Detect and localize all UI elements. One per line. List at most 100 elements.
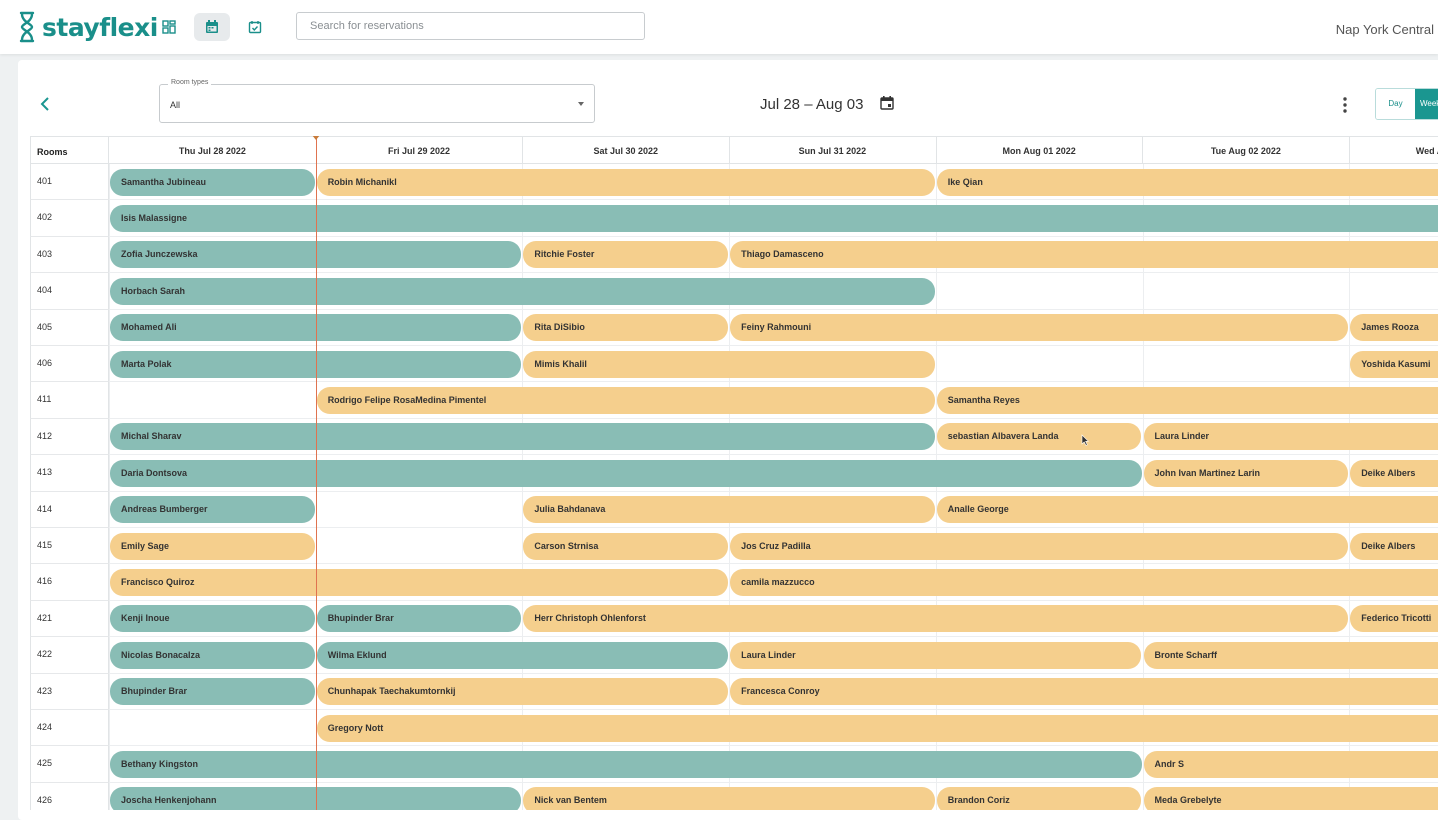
property-name[interactable]: Nap York Central (1336, 22, 1434, 37)
reservation-bar[interactable]: Laura Linder (730, 642, 1141, 669)
reservation-bar[interactable]: Bethany Kingston (110, 751, 1142, 778)
column-divider (729, 164, 730, 810)
reservation-bar[interactable]: Yoshida Kasumi (1350, 351, 1438, 378)
row-divider (109, 309, 1438, 310)
reservation-bar[interactable]: Rodrigo Felipe RosaMedina Pimentel (317, 387, 935, 414)
dashboard-nav-button[interactable] (151, 13, 187, 41)
caret-down-icon (578, 102, 584, 106)
reservation-bar[interactable]: Francesca Conroy (730, 678, 1438, 705)
room-label: 416 (30, 564, 109, 600)
reservation-bar[interactable]: Michal Sharav (110, 423, 935, 450)
date-range: Jul 28 – Aug 03 (760, 96, 863, 113)
reservation-bar[interactable]: Deike Albers (1350, 533, 1438, 560)
room-types-label: Room types (168, 79, 211, 86)
day-header: Wed Aug 03 2022 (1349, 136, 1438, 164)
day-header: Tue Aug 02 2022 (1143, 136, 1351, 164)
day-header: Sat Jul 30 2022 (522, 136, 730, 164)
search-input[interactable] (296, 12, 645, 40)
reservation-bar[interactable]: Gregory Nott (317, 715, 1438, 742)
reservation-bar[interactable]: Julia Bahdanava (523, 496, 934, 523)
row-divider (109, 418, 1438, 419)
row-divider (109, 673, 1438, 674)
reservation-bar[interactable]: Horbach Sarah (110, 278, 935, 305)
room-label: 422 (30, 637, 109, 673)
room-label: 425 (30, 746, 109, 782)
room-label: 401 (30, 164, 109, 200)
reservation-bar[interactable]: camila mazzucco (730, 569, 1438, 596)
row-divider (109, 600, 1438, 601)
row-divider (109, 527, 1438, 528)
day-header: Mon Aug 01 2022 (936, 136, 1144, 164)
calendar-icon (205, 20, 219, 34)
calendar-check-icon (248, 20, 262, 34)
more-vertical-icon[interactable] (1340, 96, 1350, 114)
reservation-bar[interactable]: Samantha Jubineau (110, 169, 315, 196)
room-types-select[interactable]: Room types All (159, 84, 595, 123)
row-divider (109, 381, 1438, 382)
row-divider (109, 745, 1438, 746)
reservation-bar[interactable]: John Ivan Martinez Larin (1144, 460, 1349, 487)
room-label: 423 (30, 674, 109, 710)
reservation-bar[interactable]: Carson Strnisa (523, 533, 728, 560)
reservation-bar[interactable]: Bhupinder Brar (110, 678, 315, 705)
reservation-bar[interactable]: Bronte Scharff (1144, 642, 1438, 669)
reservation-bar[interactable]: Daria Dontsova (110, 460, 1142, 487)
reservation-bar[interactable]: Nicolas Bonacalza (110, 642, 315, 669)
calendar-picker-icon[interactable] (880, 96, 894, 110)
reservation-bar[interactable]: Ike Qian (937, 169, 1438, 196)
hourglass-logo-icon (18, 11, 36, 43)
top-bar: stayflexi Nap York Central (0, 0, 1438, 54)
reservation-bar[interactable]: Meda Grebelyte (1144, 787, 1438, 810)
reservation-bar[interactable]: Brandon Coriz (937, 787, 1142, 810)
reservation-bar[interactable]: Jos Cruz Padilla (730, 533, 1348, 560)
room-label: 413 (30, 455, 109, 491)
reservation-bar[interactable]: Mimis Khalil (523, 351, 934, 378)
room-label: 403 (30, 237, 109, 273)
calendar-nav-button[interactable] (194, 13, 230, 41)
reservation-bar[interactable]: Kenji Inoue (110, 605, 315, 632)
reservation-bar[interactable]: Ritchie Foster (523, 241, 728, 268)
row-divider (109, 199, 1438, 200)
chevron-left-icon[interactable] (38, 95, 54, 113)
day-header: Thu Jul 28 2022 (109, 136, 317, 164)
reservation-bar[interactable]: Robin Michanikl (317, 169, 935, 196)
room-label: 414 (30, 492, 109, 528)
reservation-bar[interactable]: Nick van Bentem (523, 787, 934, 810)
reservation-bar[interactable]: Emily Sage (110, 533, 315, 560)
reservation-bar[interactable]: James Rooza (1350, 314, 1438, 341)
reservation-bar[interactable]: Feiny Rahmouni (730, 314, 1348, 341)
reservation-bar[interactable]: Laura Linder (1144, 423, 1438, 450)
reservation-bar[interactable]: Bhupinder Brar (317, 605, 522, 632)
bookings-nav-button[interactable] (237, 13, 273, 41)
reservation-grid: Rooms Thu Jul 28 2022Fri Jul 29 2022Sat … (30, 136, 1438, 810)
reservation-bar[interactable]: Samantha Reyes (937, 387, 1438, 414)
room-label: 424 (30, 710, 109, 746)
room-label: 402 (30, 200, 109, 236)
room-label: 411 (30, 382, 109, 418)
view-toggle: Day Week (1375, 88, 1438, 120)
logo[interactable]: stayflexi (18, 11, 158, 43)
reservation-bar[interactable]: Isis Malassigne (110, 205, 1438, 232)
reservation-bar[interactable]: Francisco Quiroz (110, 569, 728, 596)
week-view-button[interactable]: Week (1415, 89, 1438, 119)
row-divider (109, 782, 1438, 783)
reservation-bar[interactable]: Herr Christoph Ohlenforst (523, 605, 1348, 632)
reservation-bar[interactable]: Wilma Eklund (317, 642, 728, 669)
room-label: 412 (30, 419, 109, 455)
room-label: 405 (30, 310, 109, 346)
current-time-marker-icon (312, 136, 320, 140)
row-divider (109, 272, 1438, 273)
reservation-bar[interactable]: Chunhapak Taechakumtornkij (317, 678, 728, 705)
brand-name: stayflexi (42, 13, 158, 42)
reservation-bar[interactable]: Andreas Bumberger (110, 496, 315, 523)
reservation-bar[interactable]: Federico Tricotti (1350, 605, 1438, 632)
reservation-bar[interactable]: Deike Albers (1350, 460, 1438, 487)
reservation-bar[interactable]: Thiago Damasceno (730, 241, 1438, 268)
column-divider (109, 164, 110, 810)
reservation-bar[interactable]: Andr S (1144, 751, 1438, 778)
room-label: 406 (30, 346, 109, 382)
day-view-button[interactable]: Day (1376, 89, 1415, 119)
reservation-bar[interactable]: Rita DiSibio (523, 314, 728, 341)
reservation-bar[interactable]: sebastian Albavera Landa (937, 423, 1142, 450)
reservation-bar[interactable]: Analle George (937, 496, 1438, 523)
